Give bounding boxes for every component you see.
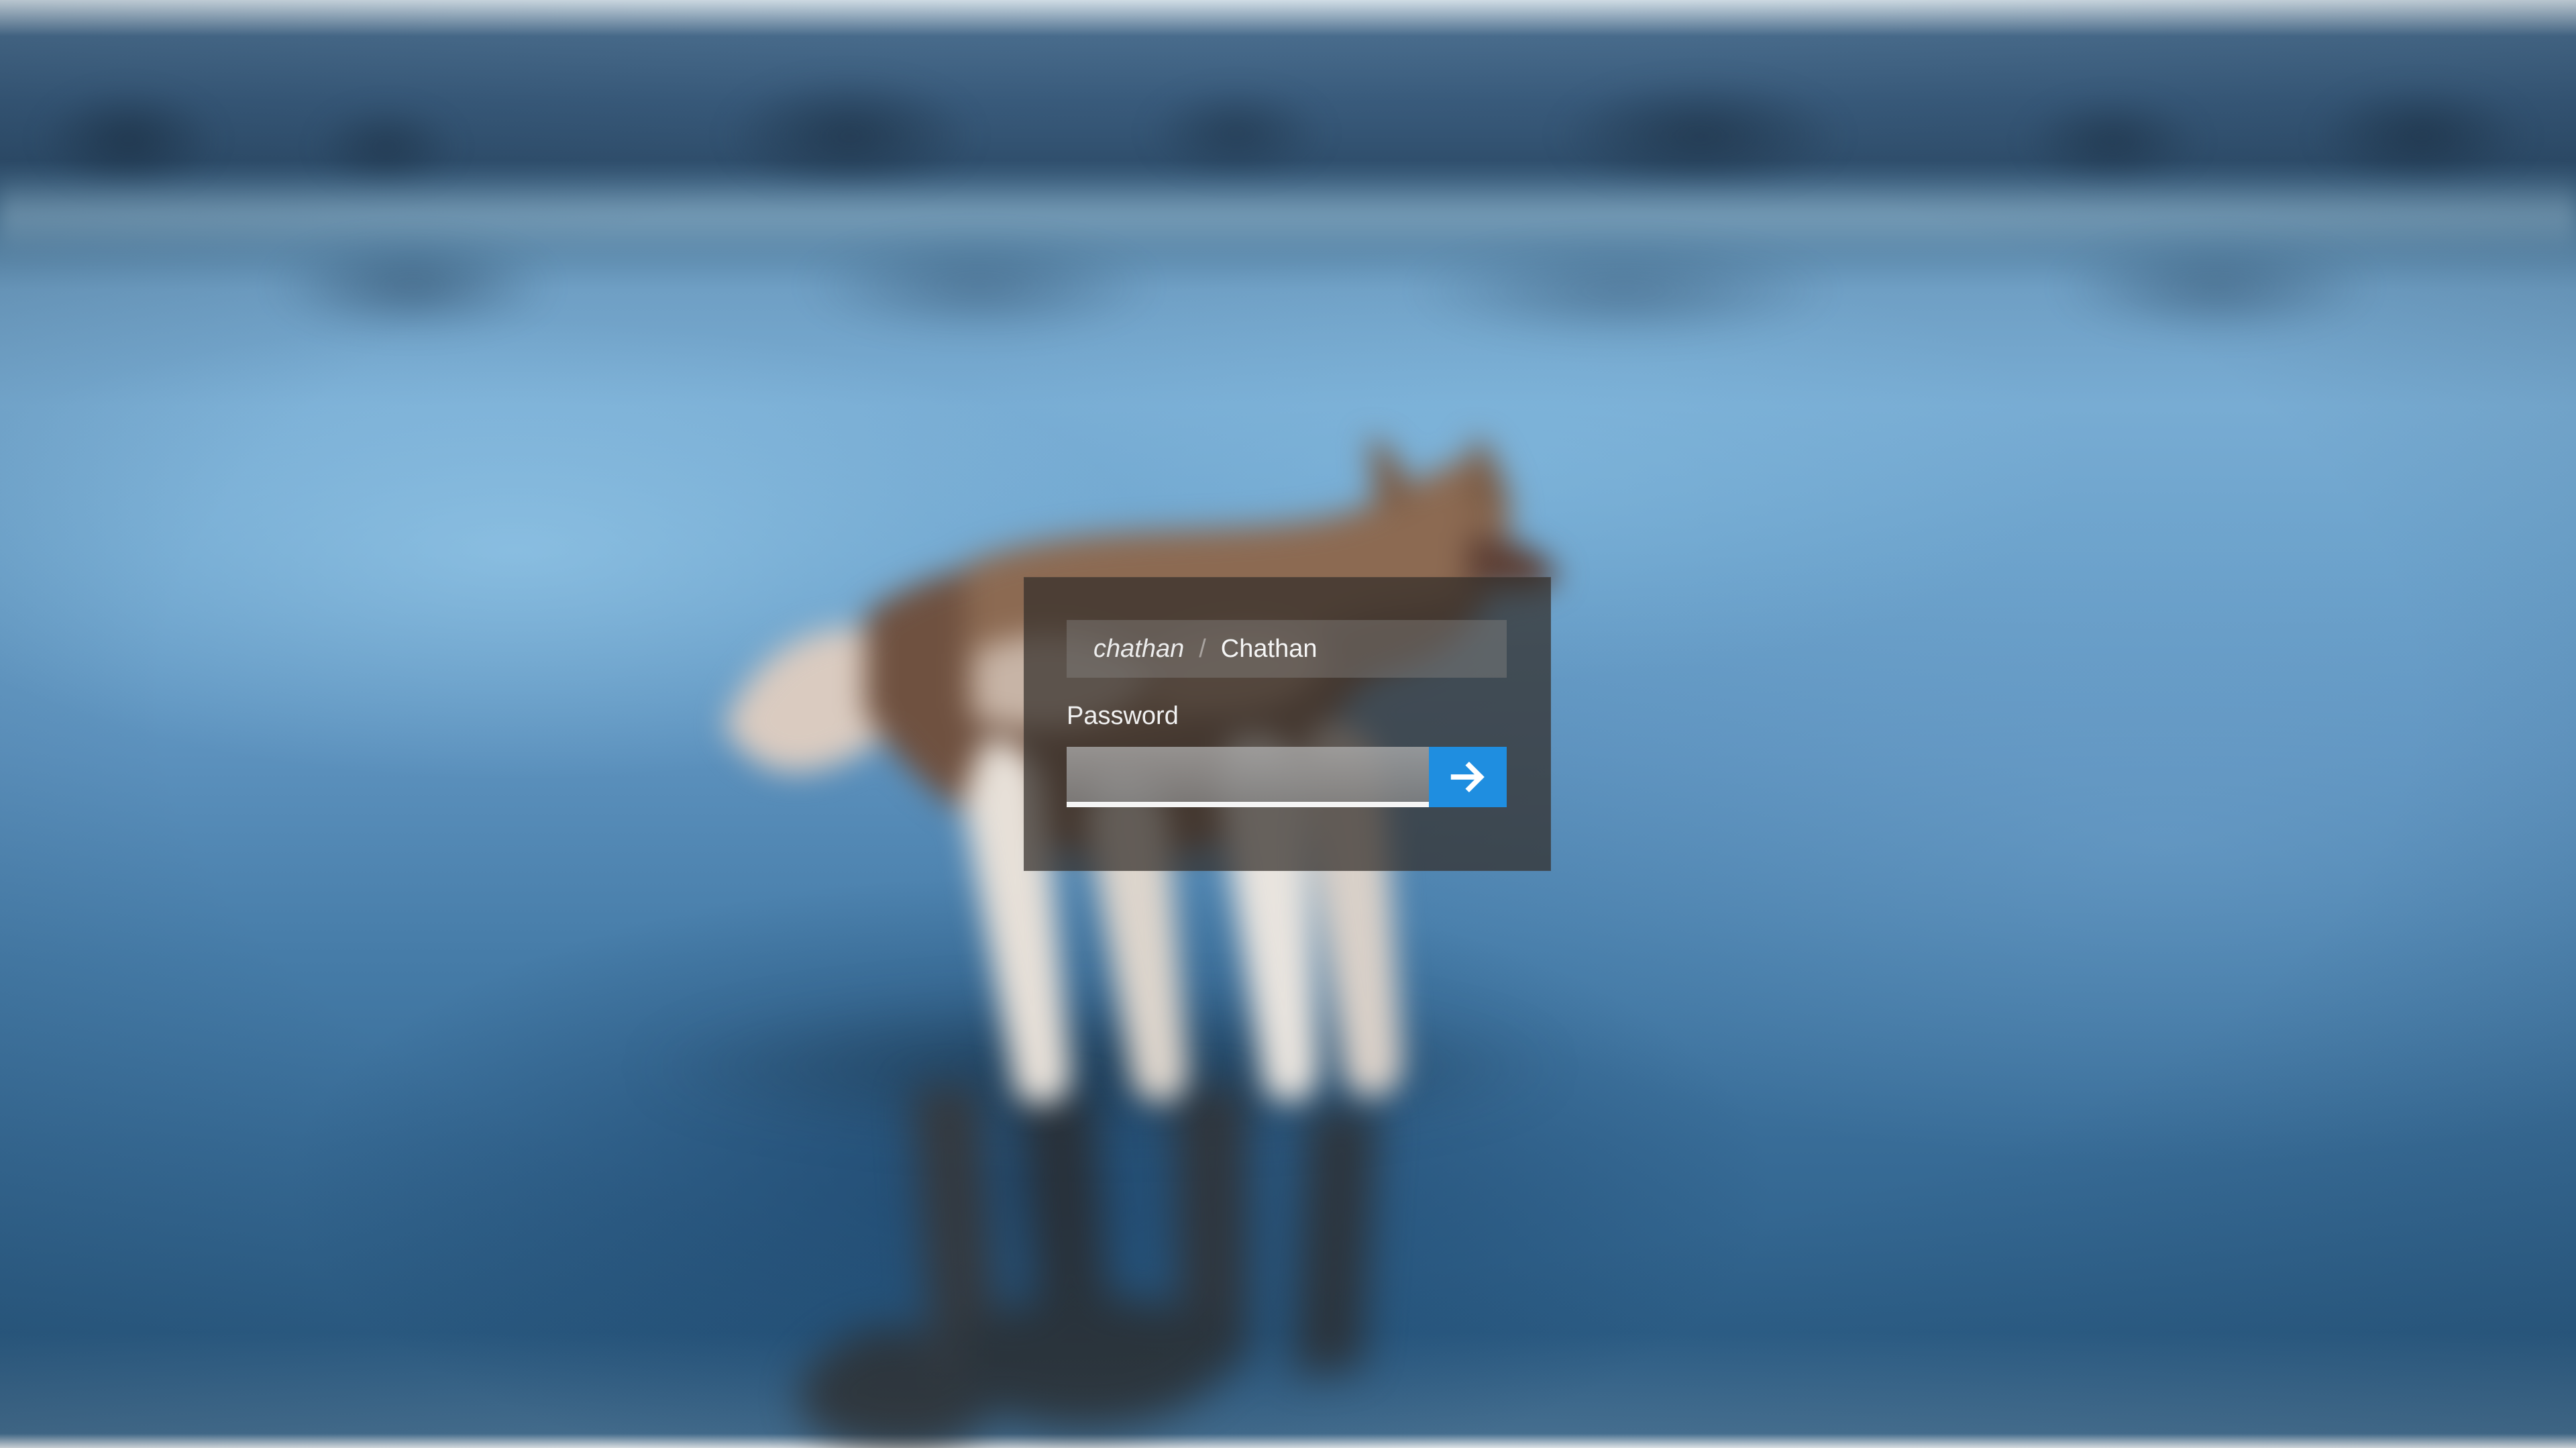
login-screen: chathan / Chathan Password [0, 0, 2576, 1448]
display-name-text: Chathan [1220, 634, 1318, 663]
login-panel: chathan / Chathan Password [1024, 577, 1551, 871]
username-text: chathan [1093, 634, 1185, 663]
blurred-tree-line [0, 52, 2576, 187]
user-separator: / [1199, 634, 1206, 663]
user-selector[interactable]: chathan / Chathan [1067, 620, 1507, 678]
login-submit-button[interactable] [1429, 747, 1507, 807]
blurred-water-reflection [0, 213, 2576, 374]
arrow-right-icon [1447, 756, 1489, 798]
password-label: Password [1067, 702, 1179, 730]
password-input[interactable] [1067, 747, 1429, 807]
